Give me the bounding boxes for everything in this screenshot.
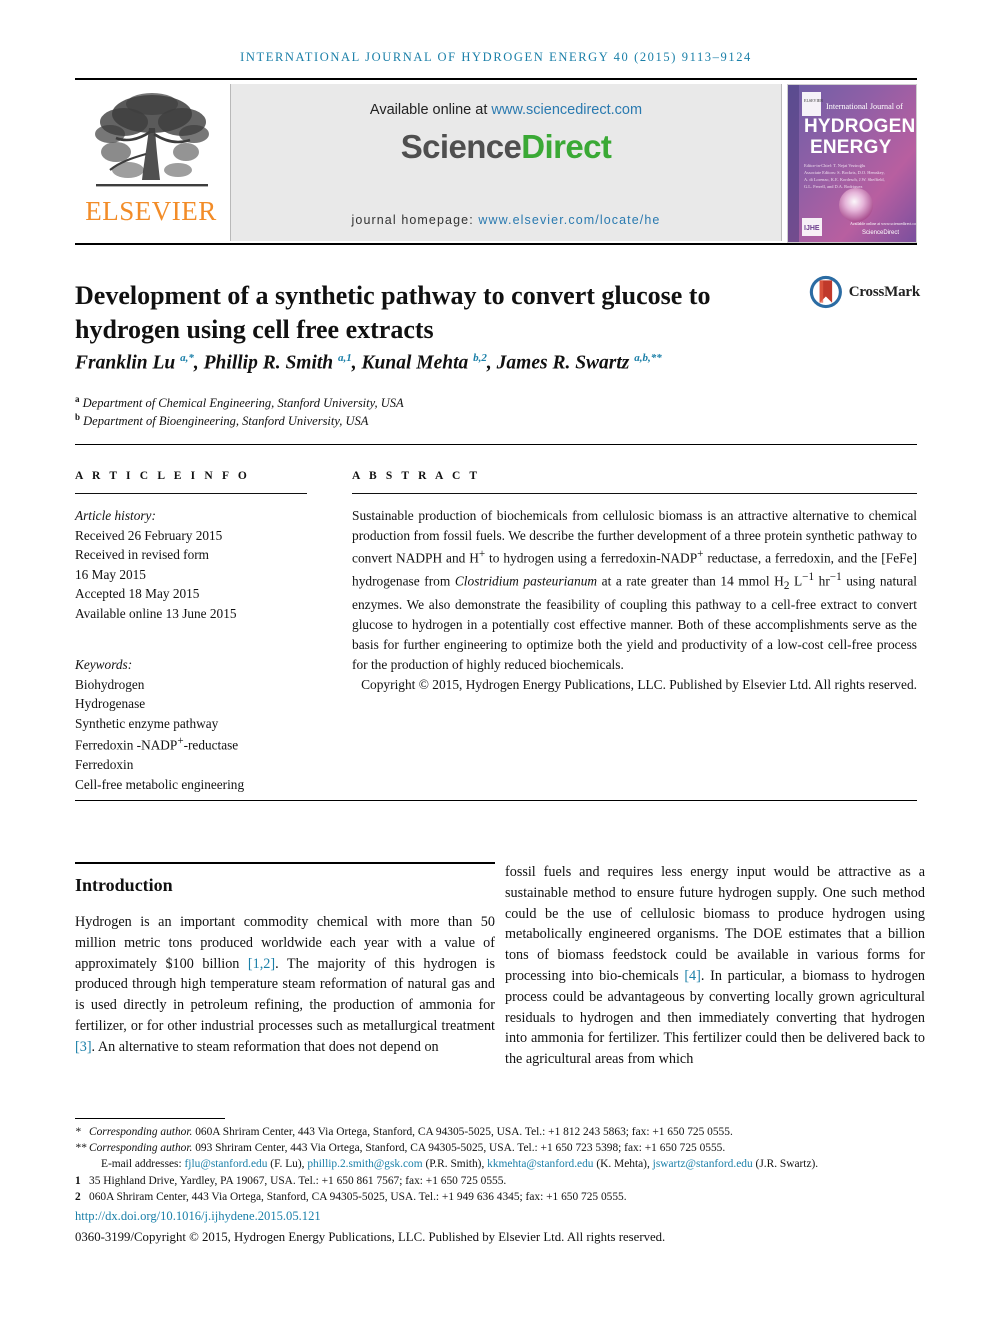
svg-text:Available online at www.scienc: Available online at www.sciencedirect.co… xyxy=(850,221,916,226)
svg-text:ELSEVIER: ELSEVIER xyxy=(804,98,823,103)
sciencedirect-logo-science: Science xyxy=(400,128,522,165)
issn-copyright: 0360-3199/Copyright © 2015, Hydrogen Ene… xyxy=(75,1229,666,1244)
available-online-line: Available online at www.sciencedirect.co… xyxy=(370,102,642,118)
doi-link[interactable]: http://dx.doi.org/10.1016/j.ijhydene.201… xyxy=(75,1208,920,1226)
sciencedirect-logo[interactable]: ScienceDirect xyxy=(401,128,612,166)
footnote-mark: * xyxy=(75,1126,81,1138)
svg-text:IJHE: IJHE xyxy=(804,225,820,232)
footnote-note-2-text: 060A Shriram Center, 443 Via Ortega, Sta… xyxy=(89,1190,627,1203)
svg-text:ScienceDirect: ScienceDirect xyxy=(862,230,899,236)
footnote-note-2: 2 060A Shriram Center, 443 Via Ortega, S… xyxy=(75,1189,920,1205)
abstract-copyright: Copyright © 2015, Hydrogen Energy Public… xyxy=(361,677,917,693)
article-info-column: A R T I C L E I N F O Article history: R… xyxy=(75,470,307,794)
footnote-corresponding-1-text: Corresponding author. 060A Shriram Cente… xyxy=(89,1126,733,1138)
page-title: Development of a synthetic pathway to co… xyxy=(75,281,711,345)
journal-homepage-link[interactable]: www.elsevier.com/locate/he xyxy=(478,213,660,227)
keyword-item: Ferredoxin xyxy=(75,757,134,773)
history-item: Accepted 18 May 2015 xyxy=(75,586,200,602)
abstract-body: Sustainable production of biochemicals f… xyxy=(352,508,917,673)
footnote-mark: 2 xyxy=(75,1190,81,1203)
journal-cover-thumbnail[interactable]: ELSEVIER International Journal of HYDROG… xyxy=(787,84,917,243)
crossmark-badge[interactable]: CrossMark xyxy=(808,266,920,318)
introduction-rule xyxy=(75,862,495,864)
keyword-item: Synthetic enzyme pathway xyxy=(75,715,219,731)
keyword-item: Hydrogenase xyxy=(75,696,146,712)
history-item: Received 26 February 2015 xyxy=(75,527,223,543)
sciencedirect-url-link[interactable]: www.sciencedirect.com xyxy=(491,102,642,118)
svg-text:ENERGY: ENERGY xyxy=(810,137,892,158)
keyword-item-frnr: Ferredoxin -NADP+-reductase xyxy=(75,735,239,753)
authors-rule xyxy=(75,444,917,445)
crossmark-icon xyxy=(809,275,842,309)
footnote-mark: ** xyxy=(75,1142,87,1155)
footnote-emails[interactable]: E-mail addresses: fjlu@stanford.edu (F. … xyxy=(75,1156,920,1172)
abstract-heading: A B S T R A C T xyxy=(352,470,481,482)
introduction-heading: Introduction xyxy=(75,875,173,895)
affiliation-b-mark: b xyxy=(75,412,81,422)
available-online-text: Available online at xyxy=(369,102,488,118)
header-rule-bottom xyxy=(75,243,917,245)
elsevier-logo-block: ELSEVIER xyxy=(75,84,227,241)
footnote-note-1: 1 35 Highland Drive, Yardley, PA 19067, … xyxy=(75,1173,920,1189)
affiliation-b: b Department of Bioengineering, Stanford… xyxy=(75,412,775,429)
elsevier-tree-icon xyxy=(86,88,216,200)
header-rule-top xyxy=(75,78,917,80)
journal-article-page: INTERNATIONAL JOURNAL OF HYDROGEN ENERGY… xyxy=(0,0,992,1323)
svg-text:HYDROGEN: HYDROGEN xyxy=(804,116,915,137)
keywords-label: Keywords: xyxy=(75,657,133,673)
article-history-block: Article history: Received 26 February 20… xyxy=(75,506,307,623)
sciencedirect-logo-direct: Direct xyxy=(521,128,612,165)
affiliation-a: a Department of Chemical Engineering, St… xyxy=(75,394,775,411)
keyword-item: Cell-free metabolic engineering xyxy=(75,776,245,792)
footnote-emails-text: E-mail addresses: fjlu@stanford.edu (F. … xyxy=(101,1158,819,1171)
journal-homepage-line: journal homepage: www.elsevier.com/locat… xyxy=(352,213,661,227)
footnote-note-1-text: 35 Highland Drive, Yardley, PA 19067, US… xyxy=(89,1174,507,1187)
keywords-block: Keywords: Biohydrogen Hydrogenase Synthe… xyxy=(75,655,307,794)
article-history-label: Article history: xyxy=(75,508,156,523)
abstract-column: A B S T R A C T Sustainable production o… xyxy=(352,470,917,695)
article-info-divider xyxy=(75,493,307,494)
masthead: ELSEVIER Available online at www.science… xyxy=(75,84,917,243)
footnote-rule xyxy=(75,1118,225,1119)
footnote-corresponding-2-text: Corresponding author. 093 Shriram Center… xyxy=(89,1142,726,1155)
article-info-heading: A R T I C L E I N F O xyxy=(75,470,250,482)
svg-text:International Journal of: International Journal of xyxy=(826,102,903,111)
info-box-rule xyxy=(75,800,917,801)
footnote-corresponding-1: * Corresponding author. 060A Shriram Cen… xyxy=(75,1124,920,1140)
history-item: 16 May 2015 xyxy=(75,566,146,582)
running-head: INTERNATIONAL JOURNAL OF HYDROGEN ENERGY… xyxy=(240,50,752,64)
affiliation-a-text: Department of Chemical Engineering, Stan… xyxy=(82,396,404,411)
history-item: Available online 13 June 2015 xyxy=(75,605,237,621)
footnote-corresponding-2: ** Corresponding author. 093 Shriram Cen… xyxy=(75,1140,920,1156)
history-item: Received in revised form xyxy=(75,547,210,563)
sciencedirect-band: Available online at www.sciencedirect.co… xyxy=(230,84,782,241)
crossmark-label: CrossMark xyxy=(848,283,920,300)
abstract-divider xyxy=(352,493,917,494)
introduction-left-column: Hydrogen is an important commodity chemi… xyxy=(75,914,495,1055)
introduction-right-column: fossil fuels and requires less energy in… xyxy=(505,864,925,1068)
affiliation-b-text: Department of Bioengineering, Stanford U… xyxy=(83,414,369,429)
footnotes-block: * Corresponding author. 060A Shriram Cen… xyxy=(75,1124,920,1246)
journal-homepage-label: journal homepage: xyxy=(351,213,474,227)
elsevier-wordmark: ELSEVIER xyxy=(85,196,217,226)
footnote-mark: 1 xyxy=(75,1174,81,1187)
keyword-item: Biohydrogen xyxy=(75,676,145,692)
author-list: Franklin Lu a,*, Phillip R. Smith a,1, K… xyxy=(75,352,662,374)
affiliation-a-mark: a xyxy=(75,394,80,404)
svg-text:Editor-in-Chief: T. Nejat Vez: Editor-in-Chief: T. Nejat Veziroğlu xyxy=(804,163,866,168)
